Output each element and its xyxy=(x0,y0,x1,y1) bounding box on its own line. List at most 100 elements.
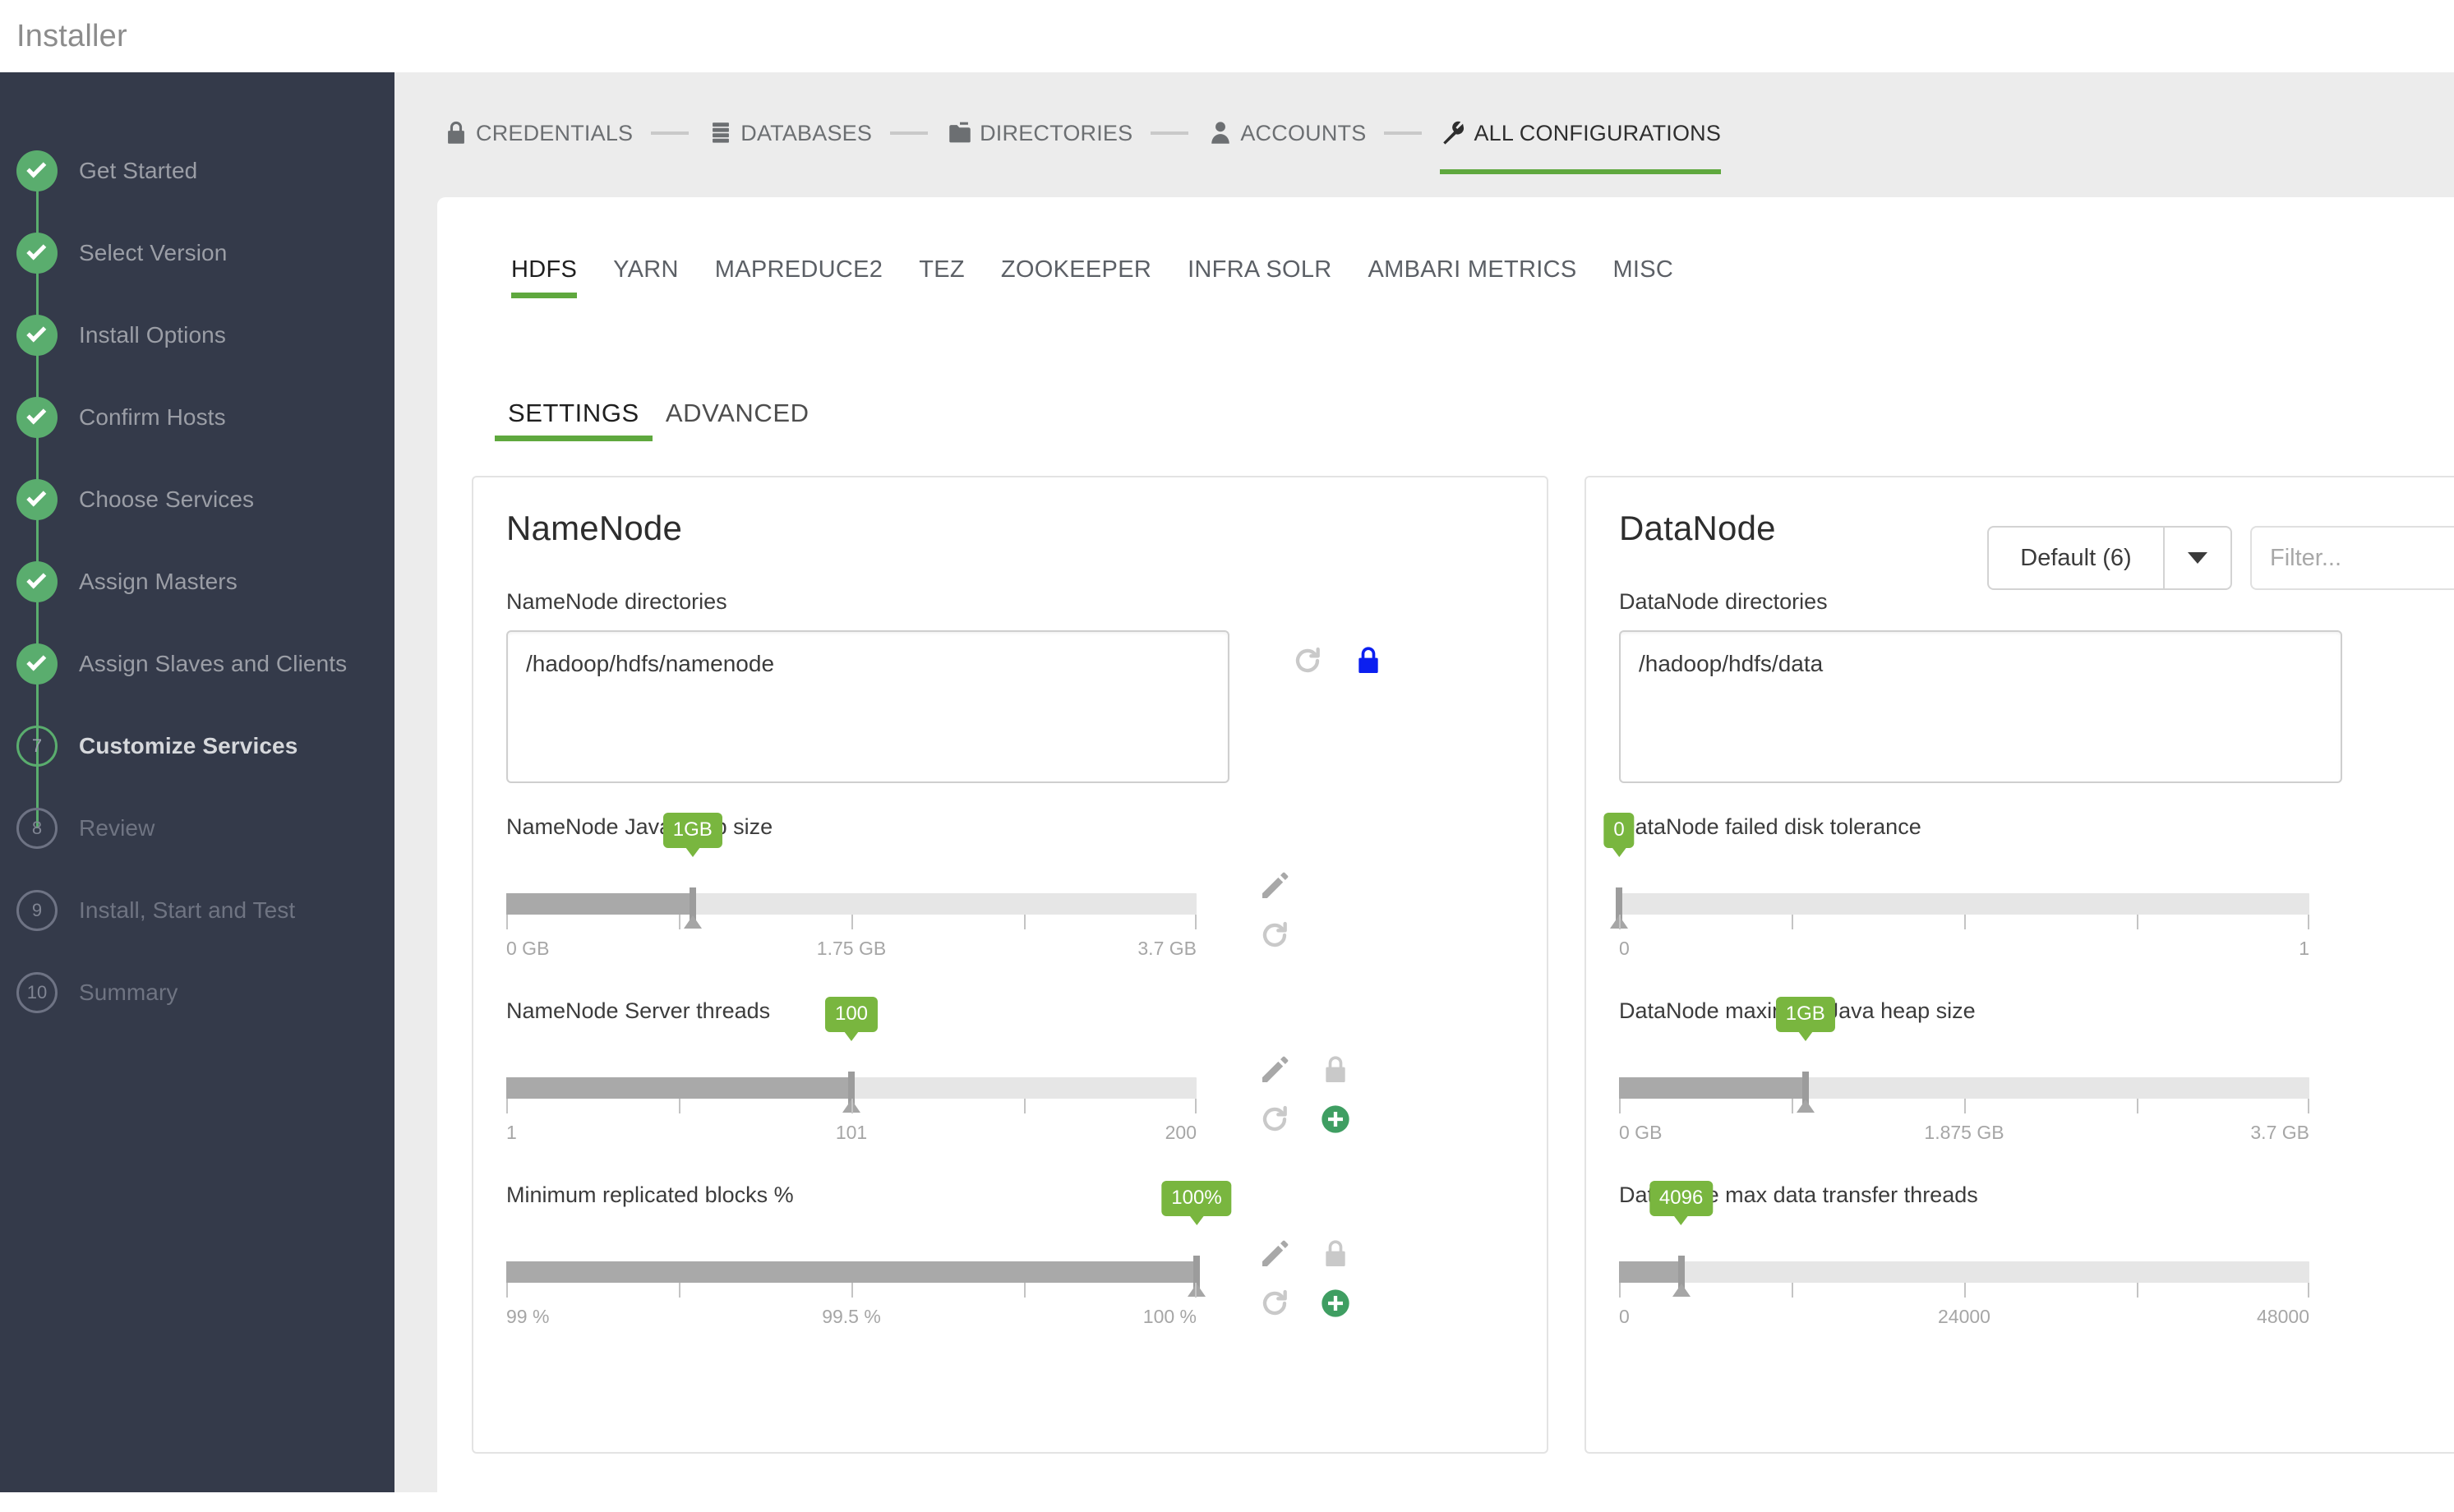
field-label: DataNode failed disk tolerance xyxy=(1619,814,1921,839)
pencil-icon[interactable] xyxy=(1257,1053,1292,1087)
sidebar-step-install-options[interactable]: Install Options xyxy=(0,294,394,417)
field-row: 100 1 101 200 xyxy=(506,997,1514,1151)
slider-track[interactable] xyxy=(1619,1072,2309,1113)
slider[interactable]: 100 1 101 200 xyxy=(506,997,1197,1151)
step-number: 8 xyxy=(31,818,43,838)
slider-track[interactable] xyxy=(506,887,1197,929)
slider-scale-labels: 01 xyxy=(1619,938,2309,967)
breadcrumb-item-all-configurations[interactable]: ALL CONFIGURATIONS xyxy=(1440,72,1722,197)
wizard-step-list: Get Started Select Version Install Options… xyxy=(0,72,394,1034)
slider-scale-labels: 99 % 99.5 % 100 % xyxy=(506,1306,1197,1335)
tab-advanced[interactable]: ADVANCED xyxy=(653,399,823,441)
field-row: 4096 0 24000 48000 xyxy=(1619,1181,2454,1335)
directories-textarea[interactable] xyxy=(506,630,1229,783)
service-tab-mapreduce2[interactable]: MAPREDUCE2 xyxy=(697,256,901,298)
slider-fill xyxy=(1619,1077,1806,1099)
service-tab-tez[interactable]: TEZ xyxy=(901,256,983,298)
sidebar-step-choose-services[interactable]: Choose Services xyxy=(0,459,394,582)
slider-scale-labels: 0 GB 1.75 GB 3.7 GB xyxy=(506,938,1197,967)
lock-icon[interactable] xyxy=(1318,1053,1353,1087)
chevron-down-icon[interactable] xyxy=(2163,526,2232,590)
slider-track[interactable] xyxy=(506,1256,1206,1297)
breadcrumb-item-directories[interactable]: DIRECTORIES xyxy=(946,72,1132,197)
slider-fill xyxy=(1619,1261,1681,1283)
slider-track[interactable] xyxy=(1619,1256,2309,1297)
lock-blue-icon[interactable] xyxy=(1351,643,1386,678)
slider[interactable]: 1GB 0 GB 1.75 GB 3.7 GB xyxy=(506,813,1197,967)
sidebar-step-install-start-and-test[interactable]: 9 Install, Start and Test xyxy=(0,869,394,952)
service-tab-label: TEZ xyxy=(919,256,965,283)
pencil-icon[interactable] xyxy=(1257,869,1292,903)
field-label: NameNode directories xyxy=(506,589,727,614)
breadcrumb-item-label: ALL CONFIGURATIONS xyxy=(1474,120,1722,145)
filter-input[interactable] xyxy=(2250,526,2454,590)
sidebar-step-label: Summary xyxy=(79,980,178,1005)
slider-tick xyxy=(1195,1099,1197,1113)
slider[interactable]: 4096 0 24000 48000 xyxy=(1619,1181,2309,1335)
field-row xyxy=(1619,630,2454,783)
service-tab-infra-solr[interactable]: INFRA SOLR xyxy=(1169,256,1349,298)
slider-tick xyxy=(851,1099,853,1113)
service-tab-active-underline xyxy=(511,293,578,298)
database-icon xyxy=(707,119,735,147)
tab-settings[interactable]: SETTINGS xyxy=(495,399,653,441)
service-tab-ambari-metrics[interactable]: AMBARI METRICS xyxy=(1350,256,1595,298)
sidebar-step-label: Assign Masters xyxy=(79,569,238,594)
slider-fill xyxy=(506,893,693,915)
slider-min-label: 0 GB xyxy=(1619,1122,1663,1143)
config-group-label[interactable]: Default (6) xyxy=(1987,526,2163,590)
check-icon xyxy=(16,479,58,520)
breadcrumb-separator xyxy=(890,131,929,135)
slider[interactable]: 1GB 0 GB 1.875 GB 3.7 GB xyxy=(1619,997,2309,1151)
slider-track[interactable] xyxy=(1610,887,2309,929)
plus-circle-icon[interactable] xyxy=(1318,1286,1353,1321)
breadcrumb-item-databases[interactable]: DATABASES xyxy=(707,72,872,197)
slider-fill xyxy=(506,1261,1197,1283)
sidebar-step-customize-services[interactable]: 7 Customize Services xyxy=(0,705,394,828)
field-slider: NameNode Java heap size 1GB 0 GB 1.75 GB 3.7… xyxy=(506,813,1514,967)
refresh-icon[interactable] xyxy=(1290,643,1325,678)
slider-scale-labels: 1 101 200 xyxy=(506,1122,1197,1151)
tab-label: SETTINGS xyxy=(508,399,639,427)
sidebar-step-assign-slaves-and-clients[interactable]: Assign Slaves and Clients xyxy=(0,623,394,746)
breadcrumb-item-credentials[interactable]: CREDENTIALS xyxy=(442,72,633,197)
slider-value-bubble: 100% xyxy=(1161,1181,1232,1216)
slider[interactable]: 100% 99 % 99.5 % 100 % xyxy=(506,1181,1232,1335)
service-tab-label: YARN xyxy=(613,256,679,283)
slider-max-label: 48000 xyxy=(2257,1306,2309,1327)
service-tab-misc[interactable]: MISC xyxy=(1594,256,1691,298)
refresh-icon[interactable] xyxy=(1257,1102,1292,1136)
slider-min-label: 0 xyxy=(1619,1306,1630,1327)
field-slider: NameNode Server threads 100 1 101 200 xyxy=(506,997,1514,1151)
step-number-badge: 9 xyxy=(16,890,58,931)
sidebar-step-confirm-hosts[interactable]: Confirm Hosts xyxy=(0,376,394,500)
lock-icon[interactable] xyxy=(1318,1237,1353,1271)
refresh-icon[interactable] xyxy=(1257,918,1292,952)
breadcrumb-item-accounts[interactable]: ACCOUNTS xyxy=(1206,72,1366,197)
service-tab-label: HDFS xyxy=(511,256,578,283)
sidebar-step-select-version[interactable]: Select Version xyxy=(0,212,394,335)
service-tab-yarn[interactable]: YARN xyxy=(595,256,697,298)
refresh-icon[interactable] xyxy=(1257,1286,1292,1321)
config-group-selector[interactable]: Default (6) xyxy=(1987,526,2232,590)
slider-track[interactable] xyxy=(506,1072,1197,1113)
sidebar-step-review[interactable]: 8 Review xyxy=(0,787,394,869)
directories-textarea[interactable] xyxy=(1619,630,2342,783)
action-column-override xyxy=(1305,869,1366,952)
slider[interactable]: 001 xyxy=(1603,813,2309,967)
pencil-icon[interactable] xyxy=(1257,1237,1292,1271)
sidebar-step-summary[interactable]: 10 Summary xyxy=(0,952,394,1034)
slider-tick xyxy=(1195,1283,1197,1298)
service-tab-zookeeper[interactable]: ZOOKEEPER xyxy=(983,256,1169,298)
service-tab-hdfs[interactable]: HDFS xyxy=(493,256,595,298)
breadcrumb-item-label: ACCOUNTS xyxy=(1240,120,1367,145)
slider-ticks xyxy=(1619,1283,2309,1298)
slider-tick xyxy=(506,1099,508,1113)
sidebar-step-get-started[interactable]: Get Started xyxy=(0,130,394,253)
field-label: NameNode Java heap size xyxy=(506,814,773,839)
sidebar-step-assign-masters[interactable]: Assign Masters xyxy=(0,541,394,664)
slider-tick xyxy=(1024,1099,1026,1113)
plus-circle-icon[interactable] xyxy=(1318,1102,1353,1136)
breadcrumb-item-label: DIRECTORIES xyxy=(980,120,1133,145)
slider-ticks xyxy=(1619,915,2309,929)
